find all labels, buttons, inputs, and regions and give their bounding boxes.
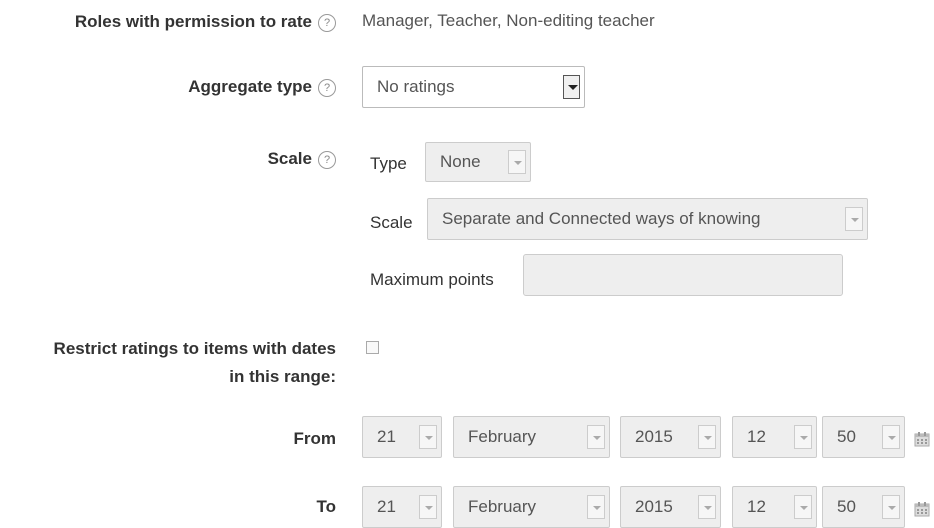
aggregate-type-label: Aggregate type? bbox=[188, 76, 336, 98]
scale-label: Scale? bbox=[268, 148, 336, 170]
calendar-icon[interactable] bbox=[914, 431, 930, 447]
from-day-select[interactable]: 21 bbox=[362, 416, 442, 458]
scale-scale-label: Scale bbox=[370, 213, 413, 232]
roles-label: Roles with permission to rate? bbox=[75, 11, 336, 33]
help-icon[interactable]: ? bbox=[318, 79, 336, 97]
chevron-down-icon bbox=[698, 425, 716, 449]
from-month-select[interactable]: February bbox=[453, 416, 610, 458]
chevron-down-icon bbox=[419, 495, 437, 519]
maximum-points-label: Maximum points bbox=[370, 270, 494, 289]
to-label: To bbox=[316, 497, 336, 516]
scale-type-select[interactable]: None bbox=[425, 142, 531, 182]
chevron-down-icon bbox=[587, 425, 605, 449]
from-year-select[interactable]: 2015 bbox=[620, 416, 721, 458]
to-minute-select[interactable]: 50 bbox=[822, 486, 905, 528]
chevron-down-icon bbox=[698, 495, 716, 519]
chevron-down-icon bbox=[419, 425, 437, 449]
help-icon[interactable]: ? bbox=[318, 151, 336, 169]
from-label: From bbox=[293, 429, 337, 448]
chevron-down-icon bbox=[563, 75, 580, 99]
help-icon[interactable]: ? bbox=[318, 14, 336, 32]
from-hour-select[interactable]: 12 bbox=[732, 416, 817, 458]
aggregate-type-select[interactable]: No ratings bbox=[362, 66, 585, 108]
restrict-checkbox[interactable] bbox=[366, 341, 379, 354]
to-year-select[interactable]: 2015 bbox=[620, 486, 721, 528]
restrict-label-line1: Restrict ratings to items with dates bbox=[53, 339, 336, 358]
to-hour-select[interactable]: 12 bbox=[732, 486, 817, 528]
chevron-down-icon bbox=[882, 425, 900, 449]
to-month-select[interactable]: February bbox=[453, 486, 610, 528]
chevron-down-icon bbox=[845, 207, 863, 231]
scale-type-label: Type bbox=[370, 154, 407, 173]
chevron-down-icon bbox=[587, 495, 605, 519]
chevron-down-icon bbox=[508, 150, 526, 174]
from-minute-select[interactable]: 50 bbox=[822, 416, 905, 458]
chevron-down-icon bbox=[794, 495, 812, 519]
maximum-points-input[interactable] bbox=[523, 254, 843, 296]
restrict-label-line2: in this range: bbox=[229, 367, 336, 386]
chevron-down-icon bbox=[794, 425, 812, 449]
scale-scale-select[interactable]: Separate and Connected ways of knowing bbox=[427, 198, 868, 240]
chevron-down-icon bbox=[882, 495, 900, 519]
roles-value: Manager, Teacher, Non-editing teacher bbox=[362, 11, 655, 30]
to-day-select[interactable]: 21 bbox=[362, 486, 442, 528]
calendar-icon[interactable] bbox=[914, 501, 930, 517]
